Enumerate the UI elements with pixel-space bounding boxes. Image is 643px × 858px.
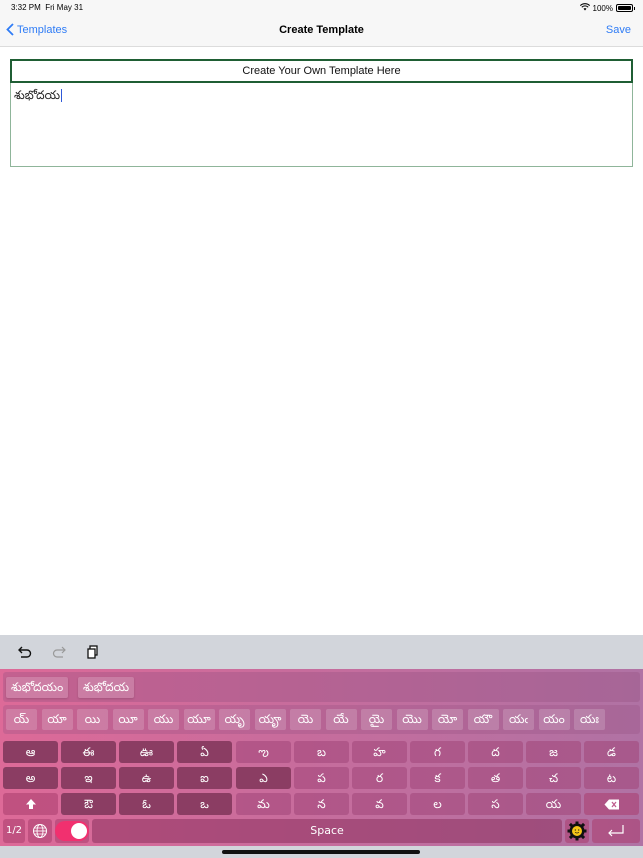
letter-key[interactable]: ఎ [236,767,291,789]
wifi-icon [579,3,590,13]
vowel-sign-suggestion[interactable]: యీ [112,709,144,730]
vowel-sign-suggestion[interactable]: యై [361,709,392,730]
text-cursor [61,89,63,102]
vowel-sign-suggestion[interactable]: యౌ [467,709,499,730]
status-time: 3:32 PM Fri May 31 [11,3,84,12]
return-key[interactable] [592,819,640,843]
vowel-sign-suggestion[interactable]: యె [290,709,321,730]
shift-key[interactable] [3,793,58,815]
backspace-key[interactable] [584,793,639,815]
vowel-sign-suggestion[interactable]: యో [432,709,463,730]
toggle-knob [71,823,87,839]
letter-key[interactable]: ఈ [61,741,116,763]
word-suggestion[interactable]: శుభోదయం [6,677,69,698]
letter-key[interactable]: ర [352,767,407,789]
word-suggestion-bar: శుభోదయం శుభోదయ [3,672,640,702]
gear-smiley-icon [567,821,587,841]
letter-key[interactable]: ఇ [61,767,116,789]
vowel-sign-suggestion[interactable]: యా [41,709,73,730]
home-indicator[interactable] [222,850,420,854]
template-editor[interactable]: Create Your Own Template Here శుభోదయ [10,59,633,167]
word-suggestion[interactable]: శుభోదయ [78,677,135,698]
letter-key[interactable]: న [294,793,349,815]
globe-icon [33,824,47,838]
template-text-input[interactable]: శుభోదయ [14,88,63,105]
vowel-sign-suggestion[interactable]: యు [148,709,179,730]
navigation-bar: Templates Create Template Save [0,16,643,47]
shift-icon [25,799,36,809]
letter-key[interactable]: ఌ [236,741,291,763]
toggle-switch[interactable] [55,821,89,841]
letter-key[interactable]: ఐ [177,767,232,789]
vowel-sign-suggestion[interactable]: యః [574,709,605,730]
letter-key[interactable]: ల [410,793,465,815]
letter-key[interactable]: ద [468,741,523,763]
battery-icon [616,4,635,12]
status-bar: 3:32 PM Fri May 31 100% [0,0,643,16]
letter-key[interactable]: ఒ [177,793,232,815]
home-indicator-area [0,846,643,858]
letter-key[interactable]: ఔ [61,793,116,815]
redo-icon[interactable] [51,644,67,660]
letter-key[interactable]: హ [352,741,407,763]
vowel-sign-suggestion[interactable]: యం [538,709,570,730]
save-button[interactable]: Save [606,24,631,36]
letter-key[interactable]: ట [584,767,639,789]
backspace-icon [604,799,619,810]
page-title: Create Template [279,24,364,36]
letter-key[interactable]: ఊ [119,741,174,763]
theme-toggle-key[interactable] [55,819,89,843]
letter-key[interactable]: ఓ [119,793,174,815]
telugu-keyboard: శుభోదయం శుభోదయ య్ యా యి యీ యు యూ యృ యౄ యె యే యై యొ య… [0,669,643,846]
letter-key[interactable]: జ [526,741,581,763]
letter-key[interactable]: త [468,767,523,789]
letter-key[interactable]: మ [236,793,291,815]
undo-icon[interactable] [17,644,33,660]
vowel-sign-suggestion[interactable]: యృ [219,709,250,730]
letter-key[interactable]: డ [584,741,639,763]
letter-key[interactable]: య [526,793,581,815]
status-right: 100% [579,3,635,13]
letter-key[interactable]: ఏ [177,741,232,763]
template-header: Create Your Own Template Here [10,59,633,83]
battery-percent: 100% [592,3,613,13]
letter-key[interactable]: అ [3,767,58,789]
letter-key[interactable]: ప [294,767,349,789]
return-icon [608,825,624,837]
letter-key[interactable]: ఆ [3,741,58,763]
letter-key[interactable]: స [468,793,523,815]
keyboard-toolbar [0,635,643,669]
vowel-sign-suggestion[interactable]: యఁ [503,709,534,730]
vowel-sign-suggestion-bar: య్ యా యి యీ యు యూ యృ యౄ యె యే యై యొ యో యౌ యఁ యం యః [3,705,640,734]
letter-key[interactable]: బ [294,741,349,763]
space-key[interactable]: Space [92,819,562,843]
paste-icon[interactable] [85,644,101,660]
letter-key[interactable]: చ [526,767,581,789]
vowel-sign-suggestion[interactable]: యూ [183,709,215,730]
letter-key[interactable]: ఉ [119,767,174,789]
globe-key[interactable] [28,819,52,843]
vowel-sign-suggestion[interactable]: యే [325,709,357,730]
vowel-sign-suggestion[interactable]: యి [77,709,108,730]
page-switch-key[interactable]: 1/2 [3,819,25,843]
letter-key[interactable]: గ [410,741,465,763]
letter-key[interactable]: వ [352,793,407,815]
letter-key[interactable]: క [410,767,465,789]
settings-key[interactable] [565,819,589,843]
vowel-sign-suggestion[interactable]: యౄ [254,709,286,730]
vowel-sign-suggestion[interactable]: యొ [396,709,428,730]
vowel-sign-suggestion[interactable]: య్ [6,709,37,730]
